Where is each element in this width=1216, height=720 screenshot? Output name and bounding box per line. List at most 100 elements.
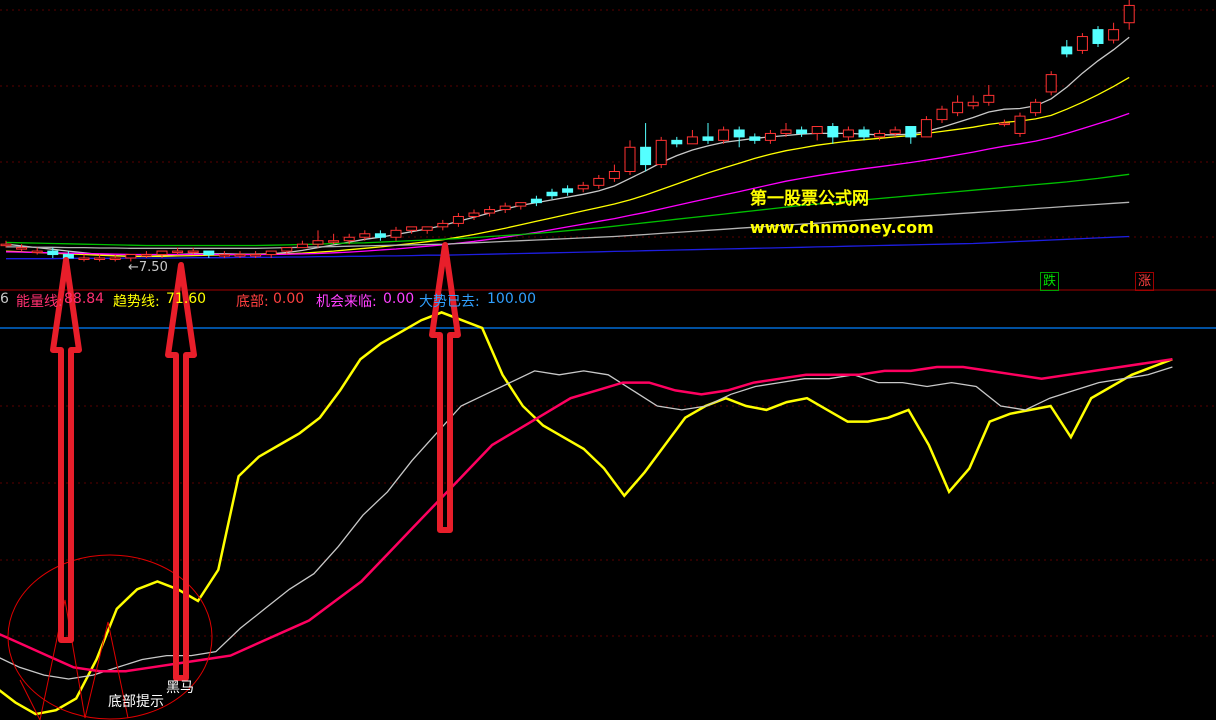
legend-chance-label: 机会来临: — [316, 294, 377, 310]
candle-body — [109, 257, 121, 260]
candle-5 — [78, 254, 90, 262]
candle-body — [889, 129, 901, 134]
candle-63 — [983, 85, 995, 106]
legend-chance-value: 0.00 — [383, 291, 415, 307]
candle-body — [265, 250, 277, 256]
candle-body — [1123, 4, 1135, 24]
candle-body — [296, 243, 308, 249]
candle-body — [530, 198, 542, 204]
arrow-dark-horse — [165, 262, 197, 681]
candle-59 — [920, 116, 932, 138]
candle-body — [172, 250, 184, 254]
candle-40 — [624, 140, 636, 175]
candle-52 — [811, 126, 823, 141]
candle-body — [671, 139, 683, 145]
candle-42 — [655, 136, 667, 169]
candle-48 — [749, 133, 761, 144]
candle-54 — [842, 126, 854, 141]
candle-body — [187, 250, 199, 254]
candle-39 — [608, 164, 620, 182]
candle-72 — [1123, 0, 1135, 30]
candle-body — [16, 247, 28, 250]
price-marker-label: ←7.50 — [128, 260, 168, 275]
candle-body — [593, 177, 605, 186]
candle-body — [1045, 74, 1057, 93]
rise-tag[interactable]: 涨 — [1135, 272, 1155, 291]
candle-body — [1092, 29, 1104, 44]
candle-13 — [203, 250, 215, 258]
candle-body — [702, 136, 714, 141]
candle-body — [125, 254, 137, 259]
candle-31 — [484, 206, 496, 217]
candle-20 — [312, 230, 324, 248]
candle-38 — [593, 174, 605, 189]
candle-body — [1076, 36, 1088, 51]
candle-body — [780, 129, 792, 134]
candle-body — [655, 139, 667, 166]
candle-body — [842, 129, 854, 138]
candle-body — [1061, 46, 1073, 55]
candle-body — [437, 222, 449, 228]
candle-51 — [796, 126, 808, 137]
legend-gone-value: 100.00 — [487, 291, 536, 307]
candle-37 — [577, 181, 589, 193]
candle-body — [562, 188, 574, 193]
candle-body — [874, 132, 886, 138]
arrow-breakout — [429, 242, 461, 533]
candle-body — [0, 243, 12, 247]
candle-49 — [764, 129, 776, 144]
candle-body — [764, 132, 776, 141]
candle-body — [499, 205, 511, 211]
watermark-title: 第一股票公式网 — [750, 189, 869, 209]
candle-body — [390, 229, 402, 238]
watermark-url: www.chnmoney.com — [750, 218, 934, 237]
candle-55 — [858, 126, 870, 141]
candle-24 — [374, 230, 386, 241]
candle-body — [374, 233, 386, 238]
candle-2 — [31, 247, 43, 255]
candle-65 — [1014, 112, 1026, 137]
candle-19 — [296, 240, 308, 249]
candle-body — [998, 122, 1010, 126]
candle-body — [624, 146, 636, 172]
candle-body — [608, 171, 620, 179]
moving-average-4 — [6, 201, 1130, 249]
candle-45 — [702, 123, 714, 144]
candle-body — [827, 126, 839, 138]
candle-68 — [1061, 40, 1073, 58]
moving-average-2 — [5, 112, 1130, 256]
moving-average-lines — [5, 36, 1130, 260]
candle-body — [640, 146, 652, 166]
candle-61 — [952, 95, 964, 117]
candle-body — [31, 250, 43, 254]
candle-body — [234, 254, 246, 257]
candle-body — [983, 94, 995, 103]
candle-body — [250, 254, 262, 257]
candle-body — [1108, 29, 1120, 41]
candle-body — [343, 236, 355, 242]
candle-body — [484, 209, 496, 214]
candle-body — [967, 101, 979, 107]
candle-71 — [1108, 22, 1120, 44]
candle-67 — [1045, 71, 1057, 96]
candle-body — [203, 250, 215, 256]
candle-21 — [328, 233, 340, 245]
candle-body — [421, 226, 433, 231]
candle-body — [936, 108, 948, 121]
candle-41 — [640, 123, 652, 172]
moving-average-3 — [5, 173, 1130, 247]
legend-gone-label: 大势已去: — [419, 294, 480, 310]
candle-body — [749, 136, 761, 141]
candle-47 — [733, 126, 745, 148]
candle-53 — [827, 123, 839, 144]
legend-energy-value: 88.84 — [64, 291, 105, 307]
candle-body — [78, 257, 90, 260]
bottom-hint-label: 底部提示 — [108, 694, 164, 710]
candle-46 — [718, 126, 730, 144]
candle-body — [858, 129, 870, 138]
candle-body — [156, 250, 168, 256]
fall-tag[interactable]: 跌 — [1040, 272, 1060, 291]
candle-body — [577, 184, 589, 190]
candle-body — [515, 202, 527, 207]
candle-70 — [1092, 26, 1104, 47]
